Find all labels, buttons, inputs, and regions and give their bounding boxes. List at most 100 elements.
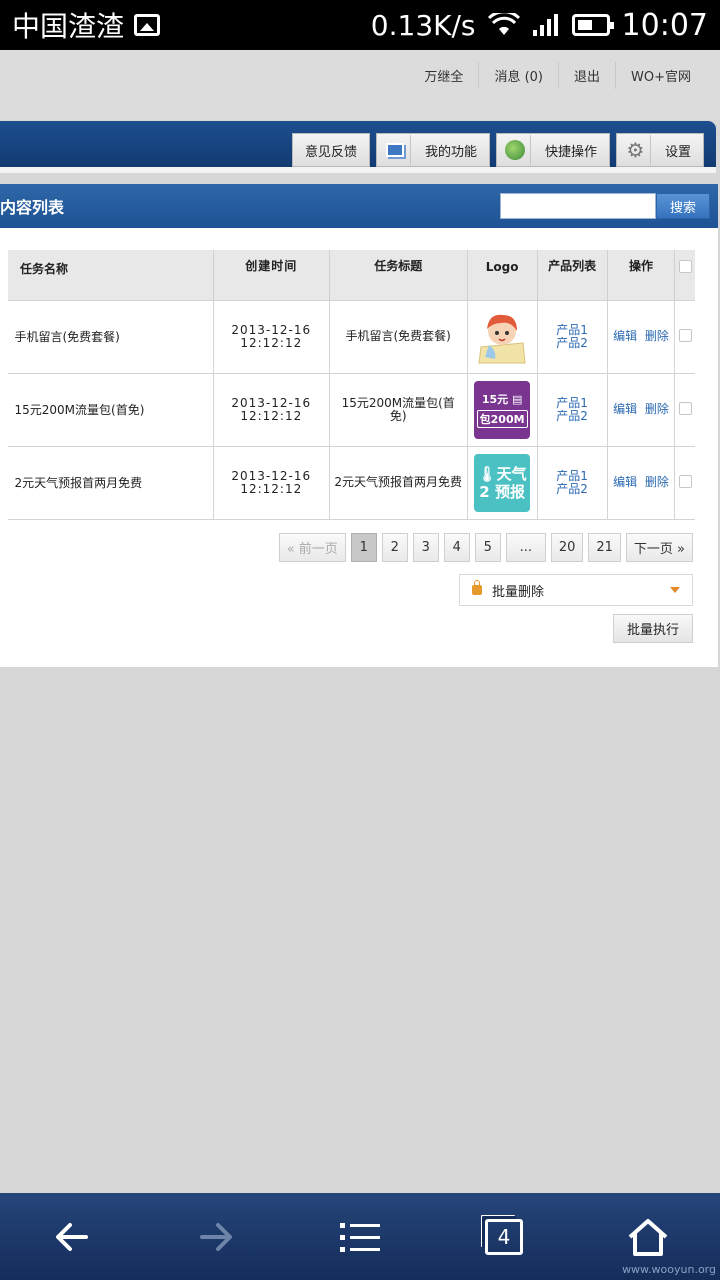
search-button[interactable]: 搜索 (656, 193, 710, 219)
network-speed: 0.13K/s (370, 8, 476, 42)
table-row: 2元天气预报首两月免费 2013-12-16 12:12:12 2元天气预报首两月… (7, 445, 695, 520)
page-ellipsis: ... (505, 533, 546, 562)
header-operations: 操作 (606, 250, 676, 300)
search-box: 搜索 (500, 193, 710, 219)
task-name: 2元天气预报首两月免费 (7, 445, 214, 520)
wifi-icon (487, 13, 520, 35)
product-link[interactable]: 产品1 (538, 396, 607, 410)
created-time: 2013-12-16 12:12:12 (213, 372, 330, 447)
select-all-checkbox[interactable] (678, 260, 692, 273)
back-arrow-icon (56, 1222, 88, 1251)
next-page-button[interactable]: 下一页 » (625, 533, 693, 562)
browser-bottom-bar: 4 www.wooyun.org (0, 1193, 720, 1280)
operations: 编辑 删除 (607, 372, 676, 447)
batch-action-select[interactable]: 批量删除 (459, 574, 693, 606)
forward-button[interactable] (181, 1202, 251, 1272)
feedback-button[interactable]: 意见反馈 (291, 133, 370, 167)
content-table: 任务名称 创建时间 任务标题 Logo 产品列表 操作 手机留言(免费套餐) 2… (7, 250, 695, 520)
prev-page-button[interactable]: « 前一页 (278, 533, 346, 562)
batch-execute-button[interactable]: 批量执行 (613, 614, 693, 643)
logout-link[interactable]: 退出 (558, 62, 615, 89)
created-date: 2013-12-16 (231, 468, 312, 483)
edit-link[interactable]: 编辑 (613, 329, 637, 343)
table-row: 手机留言(免费套餐) 2013-12-16 12:12:12 手机留言(免费套餐) (7, 299, 695, 374)
delete-link[interactable]: 删除 (645, 475, 669, 489)
page-button-3[interactable]: 3 (412, 533, 439, 562)
page-button-1[interactable]: 1 (350, 533, 377, 562)
header-task-name: 任务名称 (7, 250, 214, 300)
top-links-bar: 万继全 消息 (0) 退出 WO+官网 (0, 50, 720, 120)
signal-icon (532, 14, 558, 36)
menu-button[interactable] (325, 1202, 395, 1272)
settings-label: 设置 (664, 144, 691, 160)
status-bar: 中国渣渣 0.13K/s 10:07 (0, 0, 720, 50)
edit-link[interactable]: 编辑 (613, 402, 637, 416)
row-select (674, 445, 695, 520)
product-link[interactable]: 产品2 (538, 336, 607, 350)
task-name: 15元200M流量包(首免) (7, 372, 214, 447)
chevron-down-icon (670, 587, 680, 593)
delete-link[interactable]: 删除 (645, 402, 669, 416)
created-clock: 12:12:12 (240, 408, 303, 423)
back-button[interactable] (37, 1202, 107, 1272)
row-select (674, 372, 695, 447)
page-button-2[interactable]: 2 (381, 533, 408, 562)
content-panel: 内容列表 搜索 任务名称 创建时间 任务标题 Logo 产品列表 操作 手机留言… (0, 184, 718, 667)
messages-link[interactable]: 消息 (0) (478, 62, 558, 89)
product-list: 产品1 产品2 (537, 372, 608, 447)
weather-logo-image: 🌡天气 2 预报 (474, 453, 531, 512)
product-list: 产品1 产品2 (537, 299, 608, 374)
panel-header: 内容列表 搜索 (0, 184, 718, 228)
watermark: www.wooyun.org (622, 1263, 716, 1276)
product-link[interactable]: 产品2 (538, 482, 607, 496)
created-clock: 12:12:12 (240, 481, 303, 496)
logo-cell (467, 299, 538, 374)
pagination: « 前一页 1 2 3 4 5 ... 20 21 下一页 » (278, 533, 693, 562)
edit-link[interactable]: 编辑 (613, 475, 637, 489)
batch-action-value: 批量删除 (492, 584, 545, 600)
page-button-5[interactable]: 5 (474, 533, 501, 562)
product-list: 产品1 产品2 (537, 445, 608, 520)
quick-actions-icon (501, 135, 531, 165)
delete-link[interactable]: 删除 (645, 329, 669, 343)
task-title: 手机留言(免费套餐) (329, 299, 468, 374)
operations: 编辑 删除 (607, 299, 676, 374)
image-notification-icon (134, 14, 161, 36)
data-pack-logo-image: 15元 ▤ 包200M (474, 380, 531, 439)
my-functions-button[interactable]: 我的功能 (375, 133, 490, 167)
task-title: 15元200M流量包(首免) (329, 372, 468, 447)
gear-icon: ⚙ (621, 135, 651, 165)
my-functions-label: 我的功能 (424, 144, 477, 160)
operations: 编辑 删除 (607, 445, 676, 520)
settings-button[interactable]: ⚙ 设置 (615, 133, 704, 167)
product-link[interactable]: 产品1 (538, 469, 607, 483)
tabs-count: 4 (485, 1218, 523, 1255)
page-button-20[interactable]: 20 (550, 533, 584, 562)
page-button-21[interactable]: 21 (588, 533, 621, 562)
page-button-4[interactable]: 4 (443, 533, 470, 562)
lock-icon (472, 580, 482, 595)
quick-actions-button[interactable]: 快捷操作 (495, 133, 610, 167)
header-select-all (674, 250, 695, 300)
row-checkbox[interactable] (678, 474, 692, 488)
feedback-label: 意见反馈 (304, 144, 357, 160)
row-checkbox[interactable] (678, 328, 692, 342)
functions-icon (381, 135, 411, 165)
table-header-row: 任务名称 创建时间 任务标题 Logo 产品列表 操作 (7, 250, 695, 300)
battery-icon (571, 14, 614, 36)
home-button[interactable] (613, 1202, 683, 1272)
product-link[interactable]: 产品2 (538, 409, 607, 423)
tabs-button[interactable]: 4 (469, 1202, 539, 1272)
row-checkbox[interactable] (678, 401, 692, 415)
table-row: 15元200M流量包(首免) 2013-12-16 12:12:12 15元200… (7, 372, 695, 447)
search-input[interactable] (500, 193, 656, 219)
wo-official-link[interactable]: WO+官网 (615, 62, 706, 89)
row-select (674, 299, 695, 374)
product-link[interactable]: 产品1 (538, 323, 607, 337)
logo-cell: 🌡天气 2 预报 (467, 445, 538, 520)
created-clock: 12:12:12 (240, 335, 303, 350)
created-date: 2013-12-16 (231, 322, 312, 337)
created-time: 2013-12-16 12:12:12 (213, 299, 330, 374)
created-time: 2013-12-16 12:12:12 (213, 445, 330, 520)
user-link[interactable]: 万继全 (409, 62, 478, 89)
